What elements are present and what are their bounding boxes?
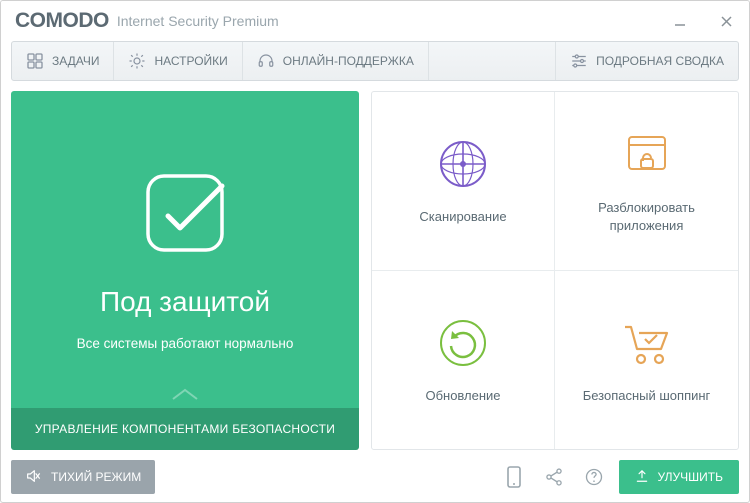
brand-logo: COMODO [15,9,109,33]
mobile-icon[interactable] [499,462,529,492]
protected-check-icon [130,158,240,268]
upload-icon [635,469,649,486]
upgrade-button[interactable]: УЛУЧШИТЬ [619,460,739,494]
toolbar-summary[interactable]: ПОДРОБНАЯ СВОДКА [555,42,738,80]
toolbar-settings[interactable]: НАСТРОЙКИ [114,42,242,80]
gear-icon [128,52,146,70]
tile-update-label: Обновление [425,387,500,405]
minimize-button[interactable] [657,1,703,41]
mute-icon [25,468,41,487]
tile-scan-label: Сканирование [419,208,506,226]
action-tiles: Сканирование Разблокировать приложения [371,91,739,450]
toolbar-support-label: ОНЛАЙН-ПОДДЕРЖКА [283,54,414,68]
tile-safeshop[interactable]: Безопасный шоппинг [555,271,738,450]
main-area: Под защитой Все системы работают нормаль… [1,91,749,460]
close-button[interactable] [703,1,749,41]
cart-icon [619,315,675,371]
toolbar-tasks-label: ЗАДАЧИ [52,54,99,68]
tile-scan[interactable]: Сканирование [372,92,555,271]
status-title: Под защитой [100,286,270,318]
chevron-up-icon[interactable] [171,387,199,406]
tasks-icon [26,52,44,70]
update-icon [435,315,491,371]
toolbar-settings-label: НАСТРОЙКИ [154,54,227,68]
scan-icon [435,136,491,192]
toolbar-tasks[interactable]: ЗАДАЧИ [12,42,114,80]
share-icon[interactable] [539,462,569,492]
product-subtitle: Internet Security Premium [117,13,279,29]
silent-mode-button[interactable]: ТИХИЙ РЕЖИМ [11,460,155,494]
tile-unblock[interactable]: Разблокировать приложения [555,92,738,271]
unlock-icon [619,127,675,183]
toolbar-summary-label: ПОДРОБНАЯ СВОДКА [596,54,724,68]
bottom-bar: ТИХИЙ РЕЖИМ УЛУЧШИТЬ [1,460,749,502]
status-subtitle: Все системы работают нормально [77,336,294,351]
security-components-button[interactable]: УПРАВЛЕНИЕ КОМПОНЕНТАМИ БЕЗОПАСНОСТИ [11,408,359,450]
tile-unblock-label: Разблокировать приложения [565,199,728,234]
titlebar: COMODO Internet Security Premium [1,1,749,41]
sliders-icon [570,52,588,70]
minimize-icon [673,14,687,28]
silent-mode-label: ТИХИЙ РЕЖИМ [51,470,141,484]
headset-icon [257,52,275,70]
help-icon[interactable] [579,462,609,492]
tile-update[interactable]: Обновление [372,271,555,450]
upgrade-label: УЛУЧШИТЬ [657,470,723,484]
toolbar-support[interactable]: ОНЛАЙН-ПОДДЕРЖКА [243,42,429,80]
status-card: Под защитой Все системы работают нормаль… [11,91,359,450]
security-components-label: УПРАВЛЕНИЕ КОМПОНЕНТАМИ БЕЗОПАСНОСТИ [35,422,335,436]
tile-safeshop-label: Безопасный шоппинг [583,387,711,405]
app-window: COMODO Internet Security Premium ЗАДАЧИ … [0,0,750,503]
close-icon [720,15,733,28]
toolbar: ЗАДАЧИ НАСТРОЙКИ ОНЛАЙН-ПОДДЕРЖКА ПОДРОБ… [11,41,739,81]
